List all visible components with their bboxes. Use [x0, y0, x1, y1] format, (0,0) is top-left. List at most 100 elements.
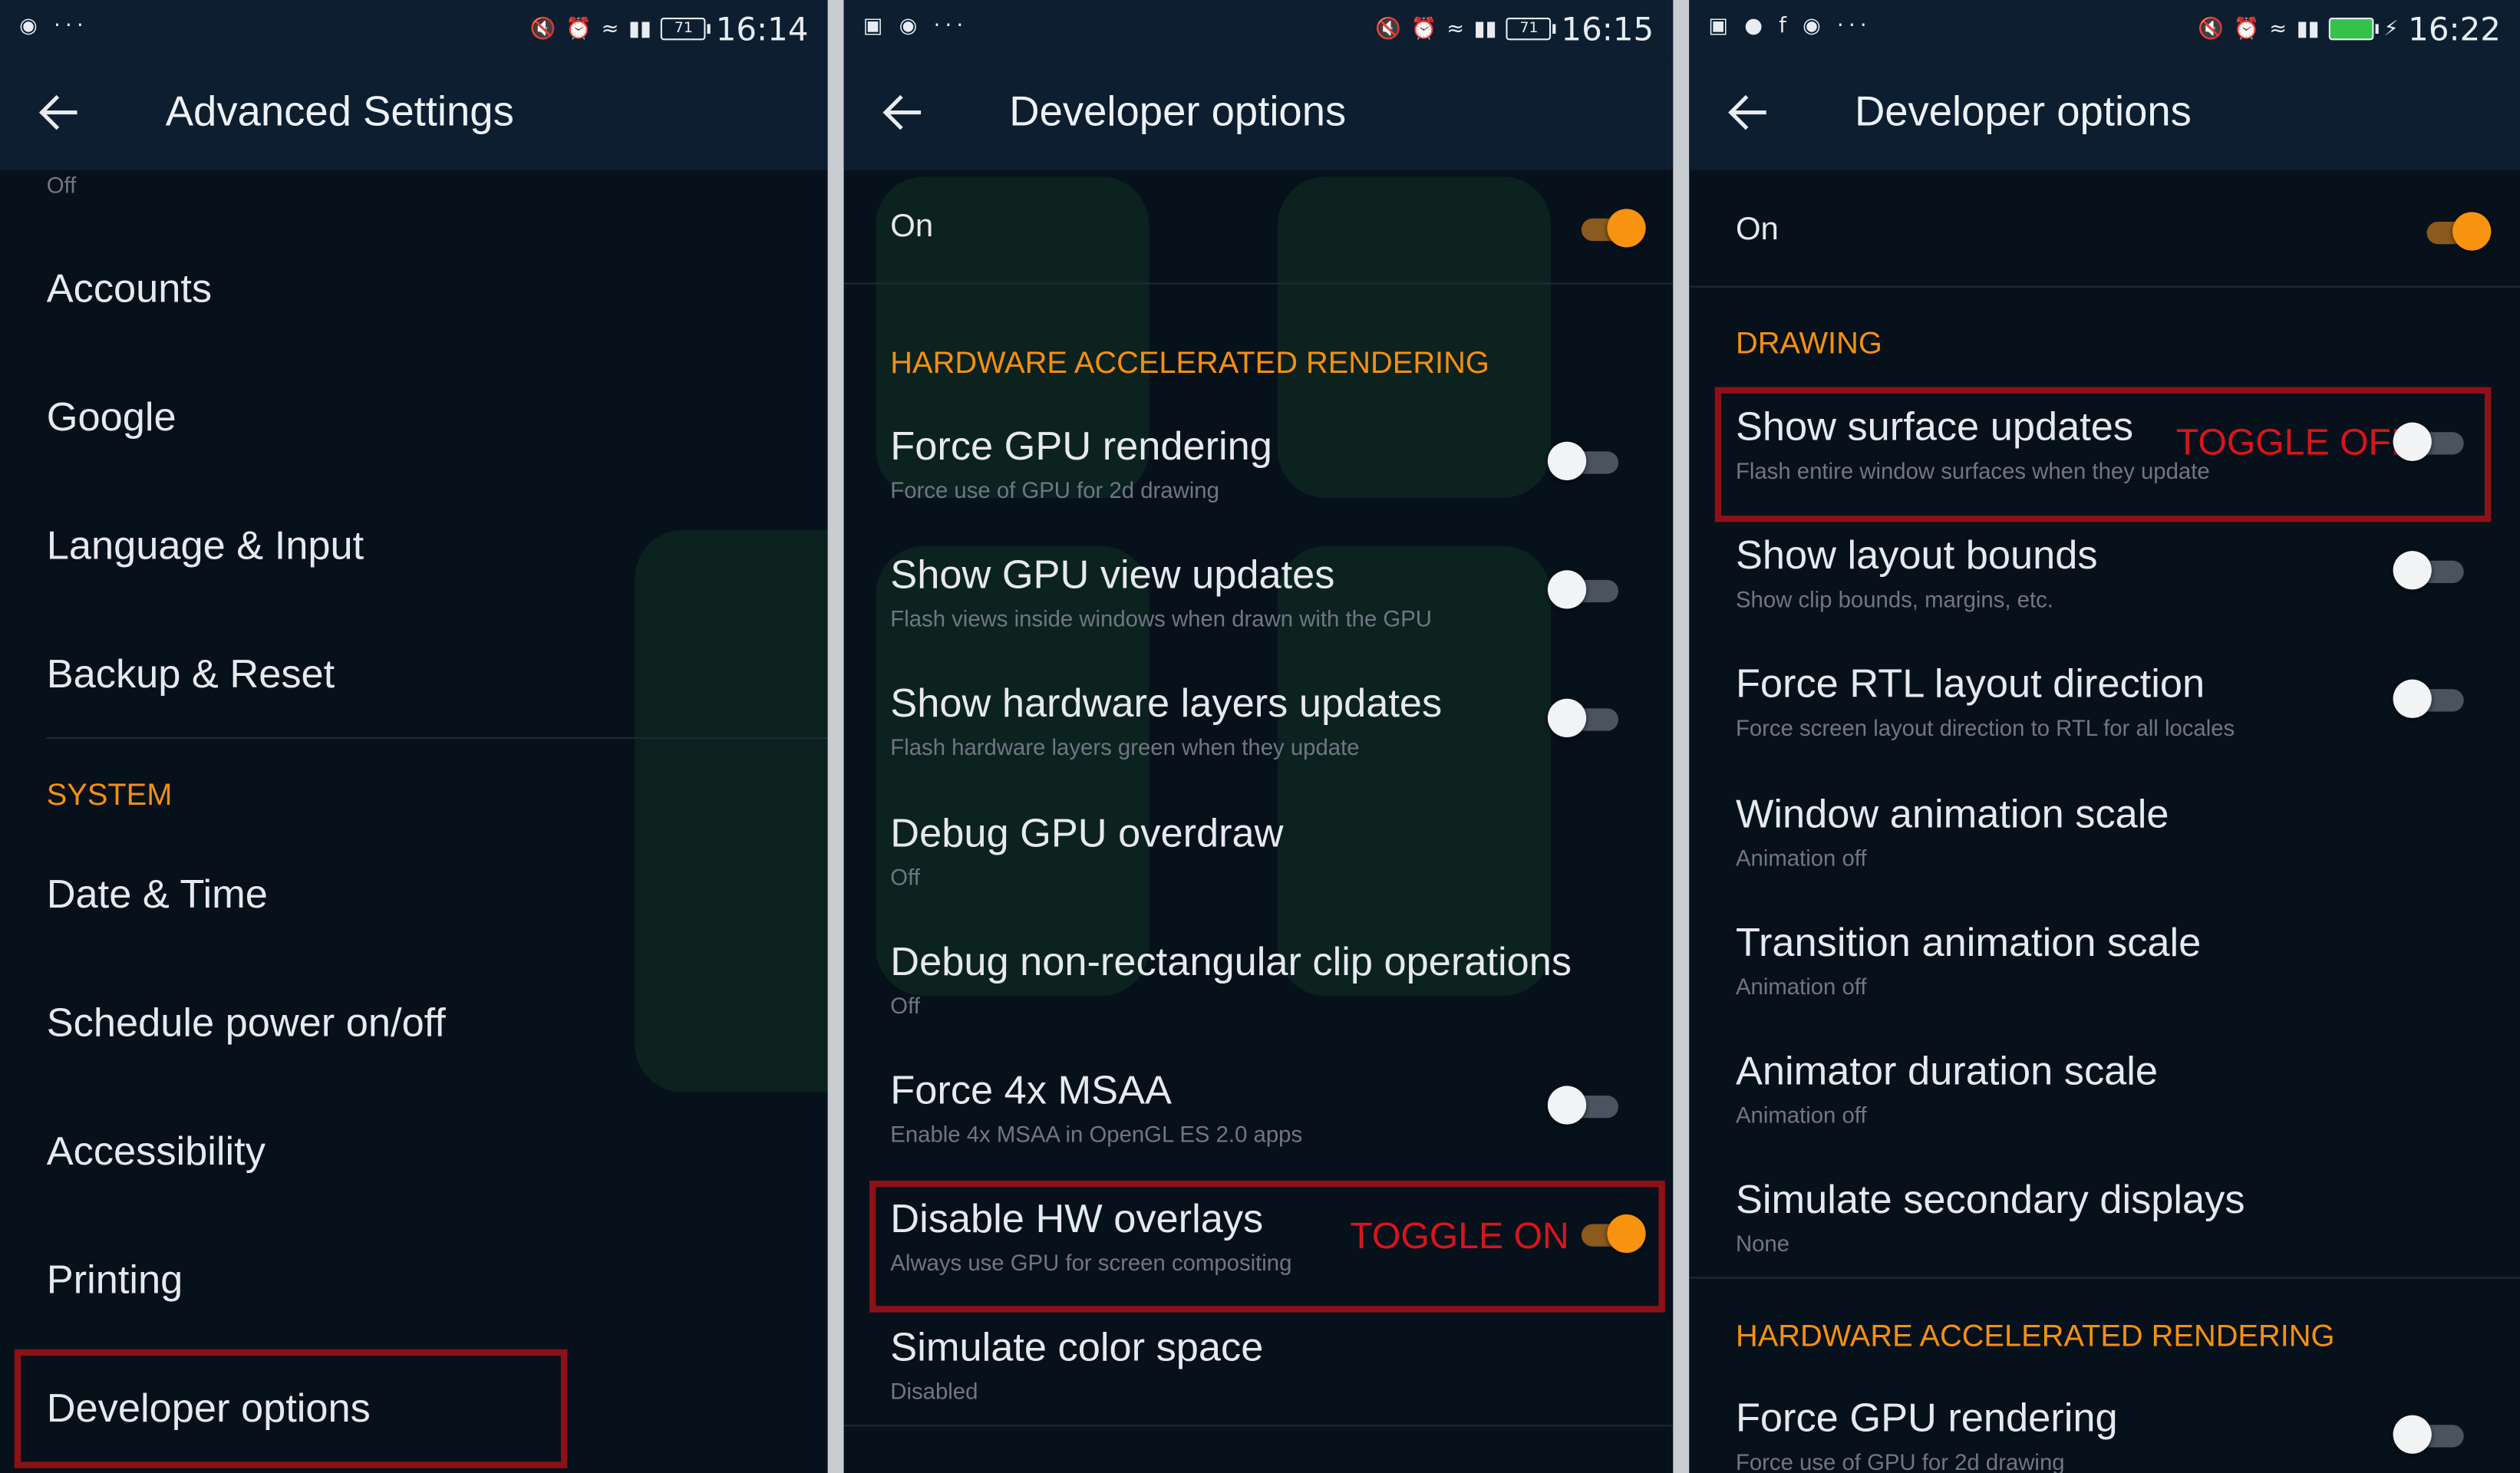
signal-icon: ▮▮ [1473, 16, 1497, 41]
section-header-hw-rendering: HARDWARE ACCELERATED RENDERING [1735, 1320, 2335, 1355]
toggle-force-gpu-rendering[interactable] [2393, 1412, 2467, 1457]
setting-summary: Enable 4x MSAA in OpenGL ES 2.0 apps [890, 1121, 1303, 1147]
setting-title: Force 4x MSAA [890, 1068, 1172, 1114]
highlight-box [869, 1180, 1665, 1313]
setting-title: Show hardware layers updates [890, 680, 1443, 727]
divider [843, 1425, 1674, 1427]
status-time: 16:14 [715, 9, 809, 48]
mute-icon: 🔇 [529, 16, 556, 41]
app-bar: Advanced Settings [0, 58, 828, 170]
status-left-icons: ◉ ··· [19, 14, 88, 39]
master-toggle[interactable] [2417, 209, 2492, 254]
setting-summary: None [1735, 1230, 1790, 1257]
partial-item-summary: Off [46, 172, 77, 198]
setting-title: Force GPU rendering [1735, 1396, 2118, 1442]
setting-summary: Disabled [890, 1378, 978, 1404]
toggle-force-4x-msaa[interactable] [1547, 1083, 1621, 1128]
setting-force-4x-msaa[interactable]: Force 4x MSAA Enable 4x MSAA in OpenGL E… [890, 1068, 1641, 1147]
settings-item-date-time[interactable]: Date & Time [47, 872, 796, 919]
setting-summary: Flash views inside windows when drawn wi… [890, 605, 1432, 631]
setting-show-gpu-view-updates[interactable]: Show GPU view updates Flash views inside… [890, 552, 1641, 631]
status-bar: ▣ ◉ ··· 🔇 ⏰ ≈ ▮▮ 71 16:15 [843, 0, 1674, 58]
screen-developer-options-1: ▣ ◉ ··· 🔇 ⏰ ≈ ▮▮ 71 16:15 Developer opti… [843, 0, 1674, 1473]
status-left-icons: ▣ ● f ◉ ··· [1708, 14, 1872, 39]
settings-item-schedule-power[interactable]: Schedule power on/off [47, 1000, 796, 1047]
alarm-icon: ⏰ [1410, 16, 1437, 41]
settings-item-accessibility[interactable]: Accessibility [47, 1129, 796, 1176]
signal-icon: ▮▮ [2296, 16, 2320, 41]
setting-title: Window animation scale [1735, 792, 2169, 837]
wifi-icon: ≈ [601, 16, 619, 41]
app-bar: Developer options [843, 58, 1674, 170]
alarm-icon: ⏰ [566, 16, 592, 41]
toggle-force-rtl-layout[interactable] [2393, 676, 2467, 721]
back-arrow-icon[interactable] [879, 88, 928, 137]
setting-summary: Flash hardware layers green when they up… [890, 733, 1360, 760]
master-switch-label: On [1735, 212, 1779, 248]
setting-summary: Animation off [1735, 1102, 1867, 1128]
battery-icon: 71 [661, 18, 711, 41]
app-bar: Developer options [1689, 58, 2520, 170]
setting-title: Show layout bounds [1735, 533, 2098, 578]
mute-icon: 🔇 [2198, 16, 2225, 41]
toggle-show-hw-layers-updates[interactable] [1547, 696, 1621, 741]
setting-summary: Animation off [1735, 845, 1867, 871]
page-title: Developer options [1009, 87, 1347, 135]
back-arrow-icon[interactable] [35, 88, 84, 137]
settings-item-accounts[interactable]: Accounts [47, 267, 796, 314]
highlight-box [1714, 387, 2492, 522]
setting-transition-animation-scale[interactable]: Transition animation scale Animation off [1736, 921, 2488, 1000]
settings-item-language-input[interactable]: Language & Input [47, 524, 796, 571]
settings-item-google[interactable]: Google [47, 395, 796, 442]
back-arrow-icon[interactable] [1724, 88, 1773, 137]
section-header-hw-rendering: HARDWARE ACCELERATED RENDERING [890, 347, 1489, 381]
toggle-show-layout-bounds[interactable] [2393, 548, 2467, 593]
setting-animator-duration-scale[interactable]: Animator duration scale Animation off [1736, 1049, 2488, 1128]
highlight-box [14, 1349, 568, 1468]
page-title: Advanced Settings [165, 87, 514, 135]
setting-debug-clip-operations[interactable]: Debug non-rectangular clip operations Of… [890, 940, 1641, 1019]
setting-simulate-color-space[interactable]: Simulate color space Disabled [890, 1325, 1641, 1404]
setting-force-gpu-rendering[interactable]: Force GPU rendering Force use of GPU for… [890, 424, 1641, 503]
battery-icon [2329, 18, 2380, 41]
toggle-force-gpu-rendering[interactable] [1547, 439, 1621, 484]
divider [1689, 1277, 2520, 1279]
mute-icon: 🔇 [1375, 16, 1402, 41]
section-header-system: SYSTEM [46, 779, 173, 813]
setting-title: Debug GPU overdraw [890, 811, 1284, 856]
setting-show-layout-bounds[interactable]: Show layout bounds Show clip bounds, mar… [1736, 533, 2488, 612]
setting-force-gpu-rendering[interactable]: Force GPU rendering Force use of GPU for… [1736, 1396, 2488, 1473]
battery-icon: 71 [1506, 18, 1557, 41]
toggle-show-gpu-view-updates[interactable] [1547, 567, 1621, 612]
settings-item-backup-reset[interactable]: Backup & Reset [47, 652, 796, 699]
setting-title: Simulate color space [890, 1325, 1264, 1371]
status-bar: ▣ ● f ◉ ··· 🔇 ⏰ ≈ ▮▮ ⚡ 16:22 [1689, 0, 2520, 58]
setting-title: Transition animation scale [1735, 920, 2202, 966]
setting-summary: Animation off [1735, 973, 1867, 1000]
screen-developer-options-2: ▣ ● f ◉ ··· 🔇 ⏰ ≈ ▮▮ ⚡ 16:22 Developer o… [1689, 0, 2520, 1473]
setting-summary: Force use of GPU for 2d drawing [1735, 1448, 2065, 1473]
signal-icon: ▮▮ [628, 16, 651, 41]
setting-summary: Force screen layout direction to RTL for… [1735, 714, 2235, 741]
setting-title: Animator duration scale [1735, 1049, 2159, 1094]
setting-debug-gpu-overdraw[interactable]: Debug GPU overdraw Off [890, 811, 1641, 890]
setting-summary: Off [890, 864, 920, 890]
setting-simulate-secondary-displays[interactable]: Simulate secondary displays None [1736, 1178, 2488, 1257]
divider [1689, 285, 2520, 288]
wifi-icon: ≈ [2269, 16, 2287, 41]
setting-title: Force RTL layout direction [1735, 661, 2205, 707]
setting-summary: Show clip bounds, margins, etc. [1735, 586, 2053, 612]
status-time: 16:15 [1561, 9, 1654, 48]
setting-title: Simulate secondary displays [1735, 1177, 2245, 1223]
setting-title: Debug non-rectangular clip operations [890, 939, 1572, 985]
setting-force-rtl-layout[interactable]: Force RTL layout direction Force screen … [1736, 662, 2488, 741]
setting-show-hw-layers-updates[interactable]: Show hardware layers updates Flash hardw… [890, 681, 1641, 760]
charging-icon: ⚡ [2383, 16, 2399, 41]
setting-window-animation-scale[interactable]: Window animation scale Animation off [1736, 792, 2488, 871]
wifi-icon: ≈ [1446, 16, 1465, 41]
master-toggle[interactable] [1572, 206, 1646, 251]
section-header-drawing: DRAWING [1735, 328, 1882, 362]
settings-item-printing[interactable]: Printing [47, 1257, 796, 1304]
setting-summary: Off [890, 992, 920, 1019]
divider [843, 282, 1674, 285]
